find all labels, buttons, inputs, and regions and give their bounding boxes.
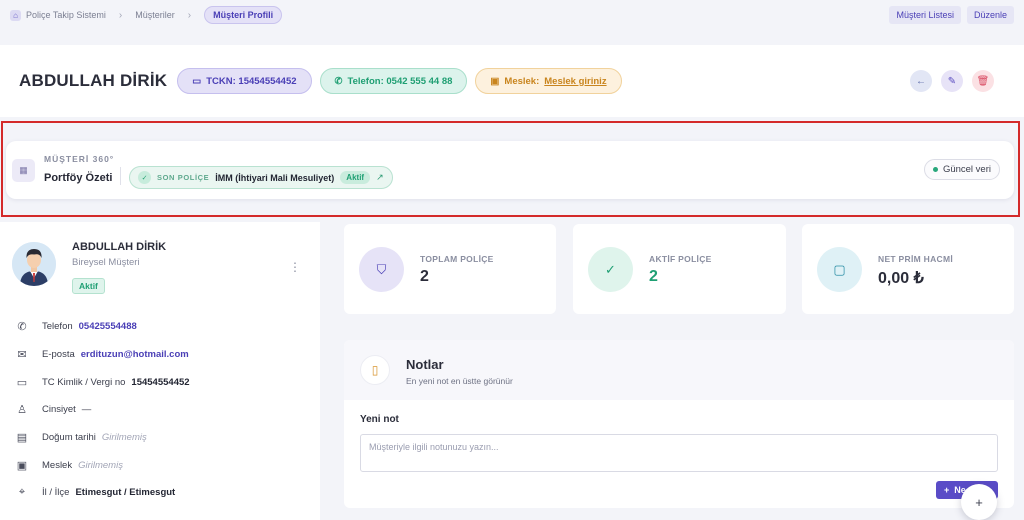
breadcrumb-item-app[interactable]: Poliçe Takip Sistemi [26, 10, 106, 20]
info-row-phone: ✆ Telefon 05425554488 [14, 320, 137, 333]
user-icon: ♙ [17, 404, 27, 416]
portfolio-summary-card: ▦ MÜŞTERİ 360° Portföy Özeti ✓ SON POLİÇ… [6, 141, 1014, 199]
stat-value: 2 [649, 268, 658, 285]
top-actions: Müşteri Listesi Düzenle [889, 6, 1014, 24]
location-value: Etimesgut / Etimesgut [75, 487, 176, 498]
briefcase-icon: ▣ [16, 460, 28, 472]
divider [120, 167, 121, 185]
status-badge: Aktif [340, 171, 371, 184]
briefcase-icon: ▣ [490, 75, 500, 87]
email-link[interactable]: erdituzun@hotmail.com [81, 349, 189, 360]
avatar [12, 242, 56, 286]
phone-icon: ✆ [17, 321, 27, 333]
notes-card: ▯ Notlar En yeni not en üstte görünür Ye… [344, 340, 1014, 508]
status-badge: Aktif [72, 278, 105, 294]
profile-sidebar: ABDULLAH DİRİK Bireysel Müşteri Aktif ⋮ … [0, 222, 320, 520]
phone-link[interactable]: 05425554488 [79, 321, 137, 332]
notes-subtitle: En yeni not en üstte görünür [406, 376, 513, 386]
customer-type: Bireysel Müşteri [72, 257, 140, 268]
trash-icon[interactable]: 🗑 [972, 70, 994, 92]
breadcrumb-item-current: Müşteri Profili [204, 6, 283, 24]
id-card-icon: ▭ [192, 75, 202, 87]
stat-card-active-policies[interactable]: ✓ AKTİF POLİÇE 2 [573, 224, 786, 314]
home-icon[interactable]: ⌂ [10, 9, 21, 21]
info-label: Telefon [42, 321, 73, 332]
info-label: E-posta [42, 349, 75, 360]
last-policy-name: İMM (İhtiyari Mali Mesuliyet) [215, 172, 335, 183]
info-label: Meslek [42, 460, 73, 471]
stat-label: AKTİF POLİÇE [649, 254, 712, 264]
id-number-badge: ▭ TCKN: 15454554452 [177, 68, 312, 94]
breadcrumb-item-customers[interactable]: Müşteriler [135, 10, 175, 20]
shield-check-icon: ✓ [138, 171, 151, 184]
gender-value: — [81, 404, 92, 415]
plus-icon: + [975, 494, 983, 510]
info-row-location: ⌖ İl / İlçe Etimesgut / Etimesgut [14, 486, 175, 499]
wallet-icon: ▢ [817, 247, 862, 292]
external-arrow-icon: ↗ [376, 172, 384, 182]
last-policy-label: SON POLİÇE [157, 173, 210, 182]
breadcrumb: ⌂ Poliçe Takip Sistemi › Müşteriler › Mü… [10, 6, 283, 24]
back-arrow-icon[interactable]: ← [910, 70, 932, 92]
grid-icon: ▦ [12, 159, 35, 182]
notes-title: Notlar [406, 357, 444, 372]
stat-value: 2 [420, 268, 429, 285]
customer-list-button[interactable]: Müşteri Listesi [889, 6, 961, 24]
info-row-birthdate: ▤ Doğum tarihi Girilmemiş [14, 431, 147, 444]
calendar-icon: ▤ [16, 432, 28, 444]
id-card-icon: ▭ [16, 377, 28, 389]
stat-card-total-policies[interactable]: ⛉ TOPLAM POLİÇE 2 [344, 224, 556, 314]
status-dot-icon [932, 167, 938, 172]
floating-add-button[interactable]: + [961, 484, 997, 520]
mail-icon: ✉ [17, 349, 27, 361]
note-textarea[interactable] [360, 434, 998, 472]
stat-value: 0,00 ₺ [878, 270, 924, 287]
occupation-value: Girilmemiş [78, 460, 123, 471]
occupation-label: Meslek: [504, 75, 540, 87]
info-label: TC Kimlik / Vergi no [42, 377, 126, 388]
occupation-link[interactable]: Meslek giriniz [544, 76, 606, 87]
header-actions: ← ✎ 🗑 [910, 70, 994, 92]
profile-name: ABDULLAH DİRİK [72, 241, 167, 253]
breadcrumb-separator-icon: › [187, 9, 192, 21]
page-title: ABDULLAH DİRİK [19, 71, 168, 90]
edit-icon[interactable]: ✎ [941, 70, 963, 92]
occupation-badge: ▣ Meslek: Meslek giriniz [475, 68, 622, 94]
new-note-label: Yeni not [360, 414, 399, 425]
edit-button[interactable]: Düzenle [966, 6, 1014, 24]
info-row-email: ✉ E-posta erdituzun@hotmail.com [14, 348, 189, 361]
notes-header: ▯ Notlar En yeni not en üstte görünür [344, 340, 1014, 400]
birthdate-value: Girilmemiş [101, 432, 147, 443]
location-pin-icon: ⌖ [18, 486, 26, 498]
more-vertical-icon[interactable]: ⋮ [289, 260, 301, 274]
portfolio-eyebrow: MÜŞTERİ 360° [44, 154, 115, 164]
info-row-tax-id: ▭ TC Kimlik / Vergi no 15454554452 [14, 376, 190, 389]
stat-label: NET PRİM HACMİ [878, 254, 954, 264]
stat-card-net-premium[interactable]: ▢ NET PRİM HACMİ 0,00 ₺ [802, 224, 1014, 314]
last-policy-chip[interactable]: ✓ SON POLİÇE İMM (İhtiyari Mali Mesuliye… [129, 166, 393, 189]
fresh-data-badge: Güncel veri [923, 159, 1000, 180]
info-label: Cinsiyet [42, 404, 76, 415]
document-icon: ▯ [360, 355, 390, 385]
id-number-text: TCKN: 15454554452 [206, 75, 297, 87]
info-row-gender: ♙ Cinsiyet — [14, 403, 91, 416]
plus-icon: + [944, 485, 950, 495]
phone-badge[interactable]: ✆ Telefon: 0542 555 44 88 [319, 68, 468, 94]
info-label: İl / İlçe [42, 487, 70, 498]
top-bar: ⌂ Poliçe Takip Sistemi › Müşteriler › Mü… [0, 0, 1024, 30]
fresh-data-text: Güncel veri [942, 164, 991, 175]
phone-icon: ✆ [334, 75, 343, 87]
avatar-illustration [12, 242, 56, 286]
customer-header: ABDULLAH DİRİK ▭ TCKN: 15454554452 ✆ Tel… [0, 45, 1024, 117]
tax-id-value: 15454554452 [131, 377, 190, 388]
check-circle-icon: ✓ [588, 247, 633, 292]
info-row-occupation: ▣ Meslek Girilmemiş [14, 459, 123, 472]
phone-badge-text: Telefon: 0542 555 44 88 [347, 75, 453, 87]
shield-icon: ⛉ [359, 247, 404, 292]
stat-label: TOPLAM POLİÇE [420, 254, 494, 264]
info-label: Doğum tarihi [42, 432, 96, 443]
breadcrumb-separator-icon: › [118, 9, 123, 21]
portfolio-title: Portföy Özeti [44, 172, 113, 184]
